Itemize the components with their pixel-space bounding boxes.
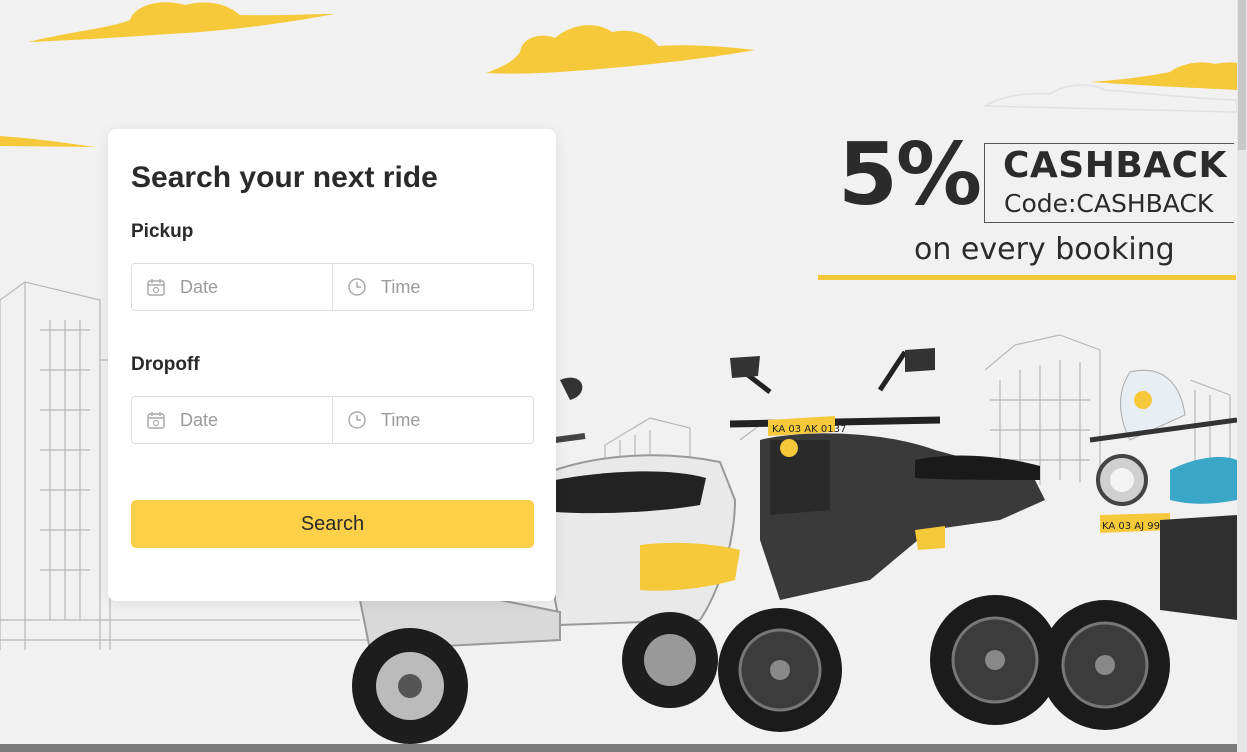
pickup-date-field[interactable] <box>132 264 332 310</box>
clock-icon <box>347 277 367 297</box>
promo-title: CASHBACK <box>1003 145 1227 186</box>
promo-underline <box>818 275 1236 280</box>
clock-icon <box>347 410 367 430</box>
motorcycle-naked-illustration: KA 03 AK 0137 <box>718 348 1060 732</box>
pickup-time-input[interactable] <box>379 275 513 299</box>
calendar-icon <box>146 277 166 297</box>
cloud-shape <box>28 2 335 42</box>
promo-code: Code:CASHBACK <box>1004 189 1214 218</box>
cloud-shape <box>486 25 755 74</box>
promo-subtitle: on every booking <box>914 232 1175 267</box>
search-card: Search your next ride Pickup Dropoff <box>108 129 556 601</box>
scrollbar-thumb[interactable] <box>1238 0 1246 150</box>
cloud-outline <box>982 84 1237 113</box>
plate-text: KA 03 AK 0137 <box>772 424 846 435</box>
cloud-shape <box>1090 62 1237 90</box>
dropoff-date-input[interactable] <box>178 408 312 432</box>
motorcycle-cruiser-illustration: KA 03 AJ 9950 <box>1040 369 1237 730</box>
pickup-date-input[interactable] <box>178 275 312 299</box>
dropoff-label: Dropoff <box>131 354 200 375</box>
pickup-label: Pickup <box>131 221 194 242</box>
cloud-shape <box>0 136 95 147</box>
scrollbar[interactable] <box>1237 0 1247 752</box>
dropoff-fields <box>131 396 534 444</box>
pickup-fields <box>131 263 534 311</box>
pickup-time-field[interactable] <box>332 264 533 310</box>
dropoff-time-field[interactable] <box>332 397 533 443</box>
bottom-bar <box>0 744 1237 752</box>
card-title: Search your next ride <box>131 161 438 194</box>
dropoff-date-field[interactable] <box>132 397 332 443</box>
search-button[interactable]: Search <box>131 500 534 548</box>
dropoff-time-input[interactable] <box>379 408 513 432</box>
promo-percent: 5% <box>838 125 982 225</box>
calendar-icon <box>146 410 166 430</box>
